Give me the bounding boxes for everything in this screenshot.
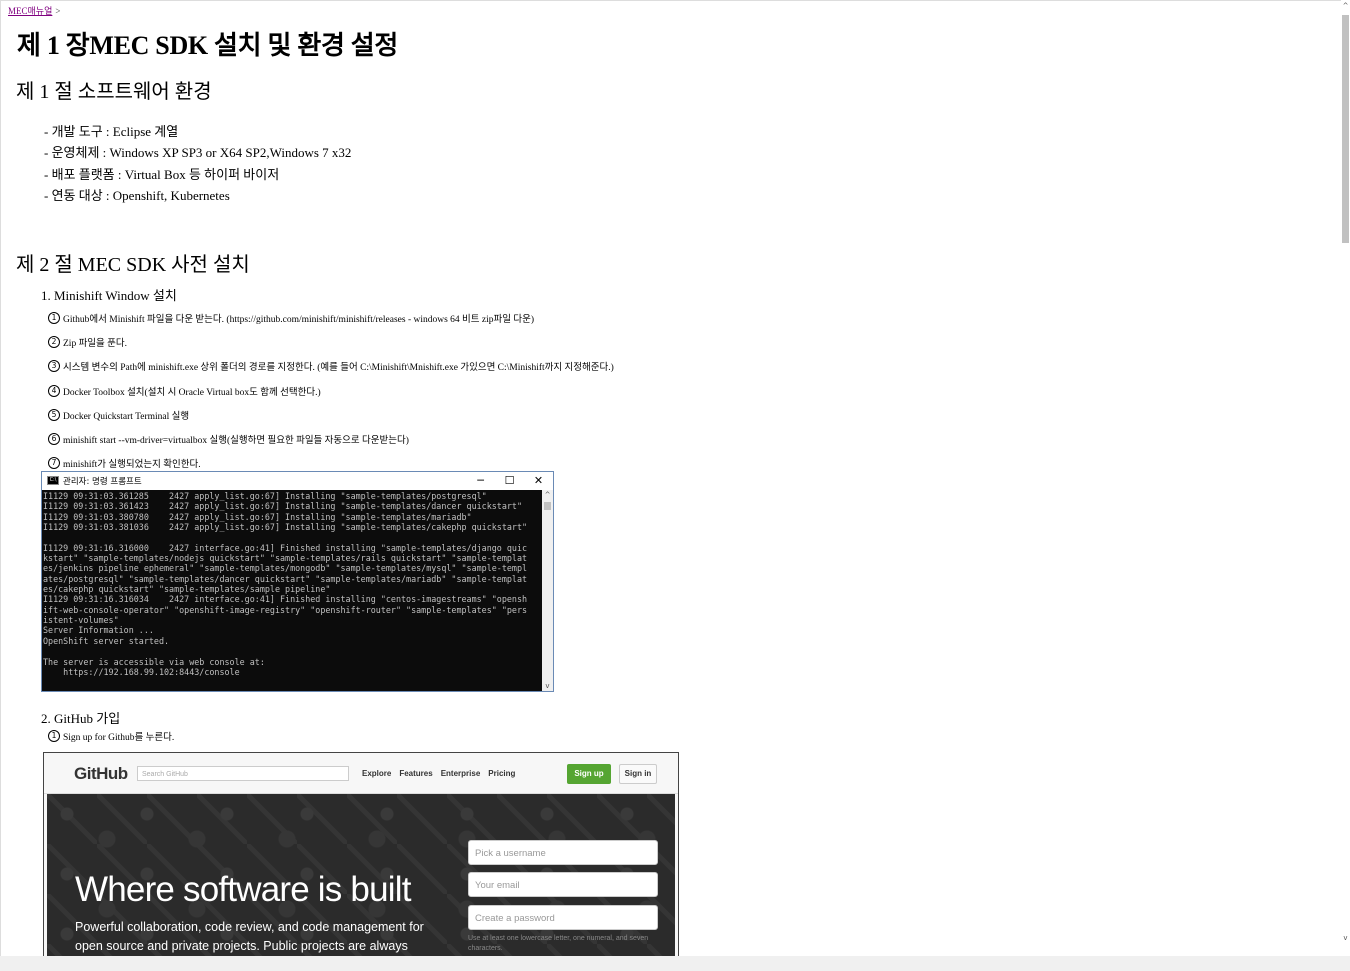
step-item: 1 Github에서 Minishift 파일을 다운 받는다. (https:/… — [48, 306, 614, 330]
subsection-minishift-install: 1. Minishift Window 설치 — [41, 288, 177, 303]
chevron-down-icon: v — [545, 682, 550, 690]
env-item-platform: - 배포 플랫폼 : Virtual Box 등 하이퍼 바이저 — [44, 166, 280, 182]
step-text: Github에서 Minishift 파일을 다운 받는다. (https://… — [63, 315, 534, 326]
step-item: 2 Zip 파일을 푼다. — [48, 330, 614, 354]
cmd-app-icon: C:\ — [47, 476, 59, 485]
scroll-down-icon[interactable]: v — [1341, 934, 1350, 942]
minimize-icon: ─ — [477, 474, 484, 487]
github-search-input: Search GitHub — [137, 766, 349, 781]
section-1-heading: 제 1 절 소프트웨어 환경 — [16, 81, 212, 103]
cmd-console: I1129 09:31:03.361285 2427 apply_list.go… — [42, 490, 542, 691]
step-number: 5 — [48, 408, 60, 421]
step-text: Docker Quickstart Terminal 실행 — [63, 411, 190, 422]
github-signin-button: Sign in — [619, 764, 657, 784]
page-scroll-thumb[interactable] — [1342, 15, 1349, 243]
env-item-dev-tool: - 개발 도구 : Eclipse 계열 — [44, 124, 179, 139]
github-hero-title: Where software is built — [75, 870, 411, 909]
github-hero: Where software is built Powerful collabo… — [47, 794, 675, 956]
env-item-target: - 연동 대상 : Openshift, Kubernetes — [44, 187, 230, 203]
step-number: 2 — [48, 336, 60, 349]
cmd-scroll-thumb — [544, 502, 551, 510]
document-page: MEC매뉴얼 > 제 1 장MEC SDK 설치 및 환경 설정 제 1 절 소프… — [0, 0, 1341, 956]
step-number: 1 — [48, 730, 60, 742]
nav-explore: Explore — [362, 769, 392, 778]
maximize-icon: ☐ — [504, 474, 515, 487]
github-signup-button: Sign up — [567, 764, 611, 784]
step-item: 6 minishift start --vm-driver=virtualbox … — [48, 427, 614, 451]
step-text: Zip 파일을 푼다. — [63, 339, 128, 350]
step-number: 3 — [48, 360, 60, 373]
nav-features: Features — [399, 769, 433, 778]
minishift-steps-list: 1 Github에서 Minishift 파일을 다운 받는다. (https:/… — [48, 306, 614, 475]
section-2-heading: 제 2 절 MEC SDK 사전 설치 — [16, 254, 250, 276]
chevron-up-icon: ^ — [544, 491, 551, 499]
step-item: 5 Docker Quickstart Terminal 실행 — [48, 403, 614, 427]
step-text: minishift start --vm-driver=virtualbox 실… — [63, 436, 409, 447]
github-username-input: Pick a username — [468, 840, 658, 865]
subsection-github-signup: 2. GitHub 가입 — [41, 711, 121, 726]
github-hero-subtitle: Powerful collaboration, code review, and… — [75, 920, 424, 953]
github-header: GitHub Search GitHub Explore Features En… — [44, 753, 678, 794]
page-vertical-scrollbar[interactable]: ^ v — [1341, 0, 1350, 956]
scroll-up-icon[interactable]: ^ — [1341, 2, 1350, 10]
breadcrumb-separator: > — [55, 6, 61, 16]
github-password-input: Create a password — [468, 905, 658, 930]
github-logo: GitHub — [74, 764, 128, 783]
step-item: 4 Docker Toolbox 설치(설치 시 Oracle Virtual b… — [48, 379, 614, 403]
cmd-output: I1129 09:31:03.361285 2427 apply_list.go… — [43, 491, 528, 677]
step-item: 3 시스템 변수의 Path에 minishift.exe 상위 폴더의 경로를 … — [48, 354, 614, 378]
github-password-hint: Use at least one lowercase letter, one n… — [468, 935, 649, 952]
step-number: 6 — [48, 433, 60, 446]
bottom-status-bar — [0, 956, 1350, 971]
cmd-window-screenshot: C:\ 관리자: 명령 프롬프트 ─ ☐ ✕ I1129 09:31:03.36… — [41, 471, 554, 692]
github-step-item: 1 Sign up for Github를 누른다. — [48, 729, 174, 743]
env-item-os: - 운영체제 : Windows XP SP3 or X64 SP2,Windo… — [44, 145, 352, 161]
step-text: 시스템 변수의 Path에 minishift.exe 상위 폴더의 경로를 지… — [63, 363, 614, 374]
breadcrumb-link-mec-manual[interactable]: MEC매뉴얼 — [8, 6, 52, 16]
github-screenshot: GitHub Search GitHub Explore Features En… — [43, 752, 679, 956]
close-icon: ✕ — [533, 474, 544, 487]
nav-pricing: Pricing — [488, 769, 516, 778]
github-nav: Explore Features Enterprise Pricing — [362, 769, 515, 778]
cmd-scrollbar: ^ v — [542, 490, 553, 691]
step-number: 1 — [48, 312, 60, 325]
breadcrumb: MEC매뉴얼 > — [8, 4, 60, 17]
cmd-window-title: 관리자: 명령 프롬프트 — [63, 476, 142, 487]
step-text: minishift가 실행되었는지 확인한다. — [63, 460, 201, 471]
step-text: Sign up for Github를 누른다. — [63, 733, 175, 743]
step-number: 4 — [48, 384, 60, 397]
nav-enterprise: Enterprise — [440, 769, 481, 778]
cmd-titlebar: C:\ 관리자: 명령 프롬프트 ─ ☐ ✕ — [42, 472, 553, 489]
step-text: Docker Toolbox 설치(설치 시 Oracle Virtual bo… — [63, 387, 321, 398]
software-environment-list: - 개발 도구 : Eclipse 계열 - 운영체제 : Windows XP… — [44, 121, 351, 206]
step-number: 7 — [48, 457, 60, 470]
page-title: 제 1 장MEC SDK 설치 및 환경 설정 — [17, 31, 398, 60]
github-email-input: Your email — [468, 872, 658, 897]
